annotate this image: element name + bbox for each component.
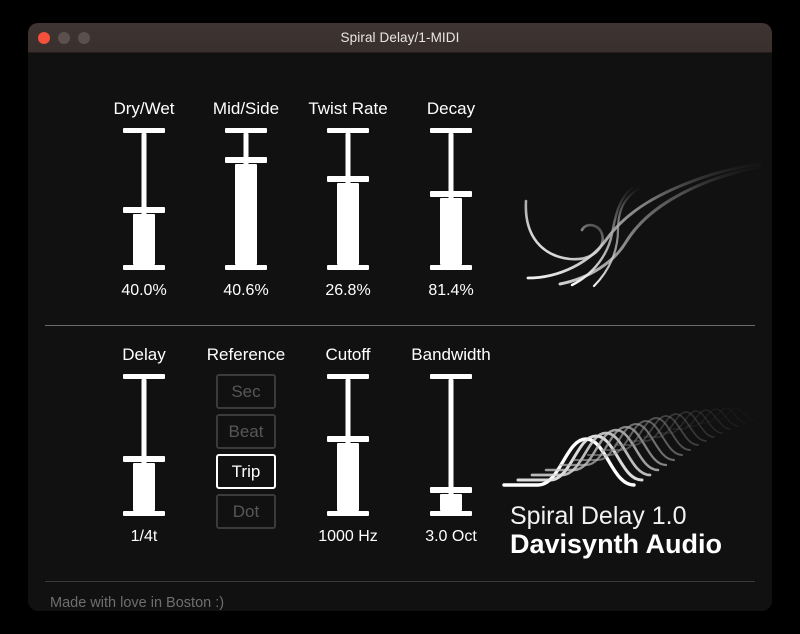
footer-message: Made with love in Boston :) [50, 595, 225, 611]
reference-option-dot[interactable]: Dot [216, 494, 276, 529]
control-label: Mid/Side [212, 99, 280, 118]
slider-fill [133, 214, 155, 265]
control-value: 40.0% [121, 282, 167, 299]
slider-thumb[interactable] [225, 157, 267, 163]
control-cutoff: Cutoff 1000 Hz [300, 345, 396, 546]
slider-fill [133, 463, 155, 511]
slider-bottom-cap [123, 265, 165, 270]
control-value: 40.6% [223, 282, 269, 299]
slider-twist-rate[interactable] [300, 128, 396, 270]
control-value: 3.0 Oct [425, 528, 477, 545]
control-decay: Decay 81.4% [403, 99, 499, 300]
footer-divider [45, 581, 755, 582]
slider-bottom-cap [123, 511, 165, 516]
section-divider [45, 325, 755, 326]
reference-option-label: Trip [231, 461, 261, 481]
product-name: Spiral Delay 1.0 [510, 502, 687, 530]
control-bandwidth: Bandwidth 3.0 Oct [403, 345, 499, 546]
company-name: Davisynth Audio [510, 529, 723, 559]
delay-echo-waveform-graphic [502, 407, 755, 487]
control-label: Decay [426, 99, 476, 118]
control-label: Cutoff [325, 345, 371, 364]
control-dry-wet: Dry/Wet 40.0% [96, 99, 192, 300]
slider-fill [337, 183, 359, 265]
reference-option-label: Sec [231, 381, 261, 401]
slider-bandwidth[interactable] [403, 374, 499, 516]
slider-delay[interactable] [96, 374, 192, 516]
plugin-surface: Dry/Wet 40.0% Mid/Side 40.6% Twist Rate … [28, 53, 772, 611]
slider-thumb[interactable] [123, 456, 165, 462]
slider-bottom-cap [327, 265, 369, 270]
slider-bottom-cap [225, 265, 267, 270]
branding-block: Spiral Delay 1.0 Davisynth Audio [510, 503, 722, 559]
control-label: Reference [206, 345, 286, 364]
window-controls [38, 23, 90, 52]
control-twist-rate: Twist Rate 26.8% [300, 99, 396, 300]
control-value: 81.4% [428, 282, 474, 299]
control-delay: Delay 1/4t [96, 345, 192, 546]
reference-option-beat[interactable]: Beat [216, 414, 276, 449]
reference-option-label: Dot [232, 501, 260, 521]
slider-fill [440, 198, 462, 265]
reference-option-sec[interactable]: Sec [216, 374, 276, 409]
slider-thumb[interactable] [123, 207, 165, 213]
slider-bottom-cap [430, 511, 472, 516]
slider-mid-side[interactable] [198, 128, 294, 270]
slider-bottom-cap [430, 265, 472, 270]
slider-dry-wet[interactable] [96, 128, 192, 270]
control-value: 26.8% [325, 282, 371, 299]
window-title: Spiral Delay/1-MIDI [340, 30, 460, 45]
control-label: Delay [122, 345, 166, 364]
slider-fill [440, 494, 462, 511]
window-titlebar: Spiral Delay/1-MIDI [28, 23, 772, 53]
plugin-window: Spiral Delay/1-MIDI Dry/Wet 40.0% Mid/Si… [28, 23, 772, 611]
slider-cutoff[interactable] [300, 374, 396, 516]
reference-option-label: Beat [228, 421, 264, 441]
slider-thumb[interactable] [430, 191, 472, 197]
slider-fill [235, 164, 257, 265]
maximize-button[interactable] [78, 31, 90, 44]
reference-option-trip[interactable]: Trip [216, 454, 276, 489]
slider-thumb[interactable] [430, 487, 472, 493]
slider-bottom-cap [327, 511, 369, 516]
control-value: 1/4t [130, 528, 158, 545]
control-label: Dry/Wet [113, 99, 175, 118]
slider-decay[interactable] [403, 128, 499, 270]
control-label: Bandwidth [411, 345, 491, 364]
control-value: 1000 Hz [318, 528, 378, 545]
minimize-button[interactable] [58, 31, 70, 44]
close-button[interactable] [38, 31, 50, 44]
slider-fill [337, 443, 359, 511]
reference-button-group: Reference Sec Beat Trip Dot [198, 345, 294, 534]
control-mid-side: Mid/Side 40.6% [198, 99, 294, 300]
spiral-swirl-graphic [524, 162, 762, 288]
control-label: Twist Rate [308, 99, 388, 118]
slider-thumb[interactable] [327, 176, 369, 182]
slider-thumb[interactable] [327, 436, 369, 442]
